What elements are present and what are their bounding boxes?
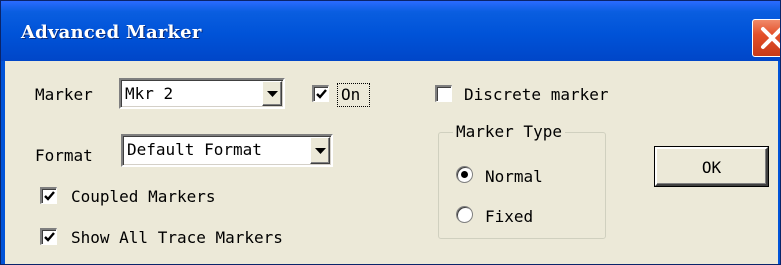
checkmark-icon [44,191,55,201]
radio-fixed[interactable] [456,206,473,223]
ok-button-label: OK [701,158,722,177]
coupled-markers-label: Coupled Markers [71,187,216,206]
close-button[interactable] [752,19,780,57]
marker-type-group-title: Marker Type [453,122,565,141]
radio-normal-label: Normal [485,167,543,186]
on-checkbox[interactable] [312,85,329,102]
chevron-down-icon [267,90,278,97]
dialog-title: Advanced Marker [21,22,202,43]
checkmark-icon [316,89,327,99]
marker-select-value: Mkr 2 [125,84,174,103]
format-select[interactable]: Default Format [121,134,333,167]
marker-label: Marker [35,85,93,104]
ok-button[interactable]: OK [655,147,768,186]
radio-fixed-label: Fixed [485,207,534,226]
checkmark-icon [44,232,55,242]
show-all-trace-markers-checkbox[interactable] [40,228,57,245]
close-icon [761,27,780,49]
radio-selected-dot [461,171,468,178]
on-label: On [341,85,361,104]
marker-select[interactable]: Mkr 2 [119,78,285,109]
radio-normal[interactable] [456,166,473,183]
format-label: Format [35,146,93,165]
coupled-markers-checkbox[interactable] [40,187,57,204]
marker-select-dropdown-button[interactable] [262,81,282,106]
discrete-marker-label: Discrete marker [464,85,609,104]
format-select-dropdown-button[interactable] [310,137,330,164]
show-all-trace-markers-label: Show All Trace Markers [71,228,283,247]
discrete-marker-checkbox[interactable] [435,85,452,102]
title-bar[interactable]: Advanced Marker [1,1,780,61]
chevron-down-icon [315,147,326,154]
advanced-marker-dialog: Advanced Marker Marker Mkr 2 On Discrete… [0,0,781,265]
format-select-value: Default Format [127,140,262,159]
